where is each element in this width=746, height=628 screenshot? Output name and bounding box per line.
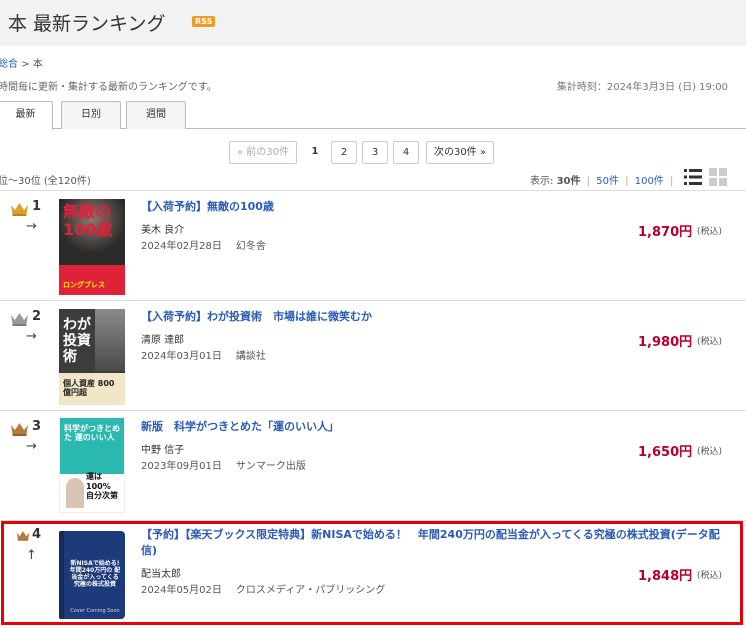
ranking-row: 2 → わが投資術 個人資産 800億円超 【入荷予約】わが投資術 市場は誰に微… [0,300,746,410]
breadcrumb-separator: > [21,59,30,70]
breadcrumb-current: 本 [32,59,43,70]
publisher-name: サンマーク出版 [235,461,306,472]
book-price: 1,980円 [638,335,693,350]
list-view-icon[interactable] [684,168,702,186]
breadcrumb: 総合 > 本 [0,55,43,70]
page-title: 本 最新ランキング [8,13,166,35]
tab-weekly[interactable]: 週間 [126,101,186,129]
display-option-100[interactable]: 100件 [635,176,664,187]
release-date: 2024年02月28日 [141,241,222,252]
book-author-link[interactable]: 美木 良介 [141,221,184,236]
display-label: 表示: [530,176,554,187]
ranking-tabs: 最新 日別 週間 [0,101,746,130]
display-option-50[interactable]: 50件 [596,176,619,187]
book-title-link[interactable]: 【入荷予約】無敵の100歳 [141,199,274,215]
book-title-link[interactable]: 新版 科学がつきとめた「運のいい人」 [141,419,339,435]
bronze-crown-icon [11,423,28,436]
book-price: 1,870円 [638,225,693,240]
book-author-link[interactable]: 清原 達郎 [141,331,184,346]
book-price: 1,650円 [638,445,693,460]
display-separator: | [586,176,591,187]
display-count-selector: 表示: 30件 | 50件 | 100件 | [530,172,676,187]
display-option-30: 30件 [556,176,581,187]
rank-number: 3 [32,419,42,434]
book-meta: 2024年02月28日 幻冬舎 [141,237,266,252]
display-separator: | [625,176,629,187]
release-date: 2024年03月01日 [141,351,222,362]
page-2-link[interactable]: 2 [331,141,357,164]
book-meta: 2023年09月01日 サンマーク出版 [141,457,306,472]
breadcrumb-root-link[interactable]: 総合 [0,59,18,70]
publisher-name: 幻冬舎 [235,241,266,252]
page-3-link[interactable]: 3 [362,141,388,164]
tab-daily[interactable]: 日別 [61,101,121,129]
next-page-button[interactable]: 次の30件 » [426,141,494,164]
ranking-row: 1 → 無敵の100歳 ロングブレス 【入荷予約】無敵の100歳 美木 良介 2… [0,190,746,300]
rank-trend-flat-icon: → [26,219,37,234]
silver-crown-icon [11,313,28,326]
tax-note: (税込) [697,227,723,237]
book-cover-image[interactable]: わが投資術 個人資産 800億円超 [59,309,125,405]
rank-number: 1 [32,199,42,214]
release-date: 2023年09月01日 [141,461,222,472]
ranking-description: 時間毎に更新・集計する最新のランキングです。 [0,82,217,93]
rank-number: 2 [32,309,42,324]
display-separator: | [670,176,674,187]
page-header: 本 最新ランキング RSS [0,0,746,46]
page-4-link[interactable]: 4 [393,141,419,164]
book-author-link[interactable]: 中野 信子 [141,441,184,456]
rank-trend-flat-icon: → [26,439,37,454]
tab-latest[interactable]: 最新 [0,101,53,130]
tax-note: (税込) [697,337,723,347]
book-cover-image[interactable]: 科学がつきとめた 運のいい人 運は100% 自分次第 [59,417,125,513]
ranking-row: 3 → 科学がつきとめた 運のいい人 運は100% 自分次第 新版 科学がつきと… [0,410,746,520]
gold-crown-icon [11,203,28,216]
cover-title: 科学がつきとめた 運のいい人 [64,424,120,443]
highlight-box [1,521,743,625]
book-title-link[interactable]: 【入荷予約】わが投資術 市場は誰に微笑むか [141,309,372,325]
tax-note: (税込) [697,447,723,457]
grid-view-icon[interactable] [709,168,727,186]
cover-subtitle: 個人資産 800億円超 [63,378,115,397]
book-cover-image[interactable]: 無敵の100歳 ロングブレス [59,199,125,295]
cover-title: 無敵の100歳 [63,202,113,240]
cover-subtitle: 運は100% 自分次第 [86,472,118,500]
rss-button[interactable]: RSS [192,16,216,27]
result-range: 位～30位 (全120件) [0,176,91,187]
aggregate-time: 集計時刻：2024年3月3日 (日) 19:00 [556,82,728,93]
book-meta: 2024年03月01日 講談社 [141,347,266,362]
rank-trend-flat-icon: → [26,329,37,344]
publisher-name: 講談社 [235,351,266,362]
cover-subtitle: ロングブレス [63,280,105,289]
page-1-current: 1 [305,141,325,164]
prev-page-button[interactable]: « 前の30件 [229,141,297,164]
cover-title: わが投資術 [63,317,91,366]
